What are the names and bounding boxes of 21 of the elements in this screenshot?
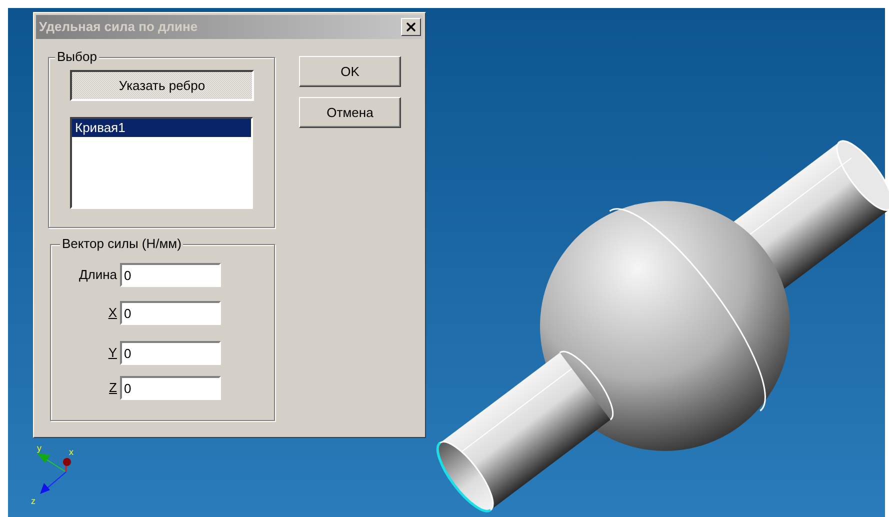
close-icon [404, 20, 418, 34]
field-label: Y [107, 344, 118, 362]
field-label: Z [108, 379, 118, 398]
pick-edge-button[interactable]: Указать ребро [70, 70, 254, 101]
dialog-button[interactable]: Отмена [299, 97, 401, 128]
value-field[interactable]: 0 [120, 376, 221, 400]
field-label: Длина [78, 266, 118, 284]
value-field[interactable]: 0 [120, 263, 221, 287]
field-label: X [107, 304, 118, 322]
group-label: Вектор силы (Н/мм) [60, 236, 184, 252]
dialog-button[interactable]: OK [299, 56, 401, 87]
axis-label: x [69, 447, 74, 457]
value-field[interactable]: 0 [120, 301, 221, 325]
close-button[interactable] [401, 18, 421, 36]
axis-label: z [31, 496, 36, 506]
window-title: Удельная сила по длине [39, 18, 198, 36]
list-item[interactable]: Кривая1 [72, 119, 251, 137]
group-label: Выбор [55, 49, 99, 65]
axis-arrows-drawing [37, 453, 71, 494]
value-field[interactable]: 0 [120, 341, 221, 365]
axis-label: y [37, 444, 42, 453]
